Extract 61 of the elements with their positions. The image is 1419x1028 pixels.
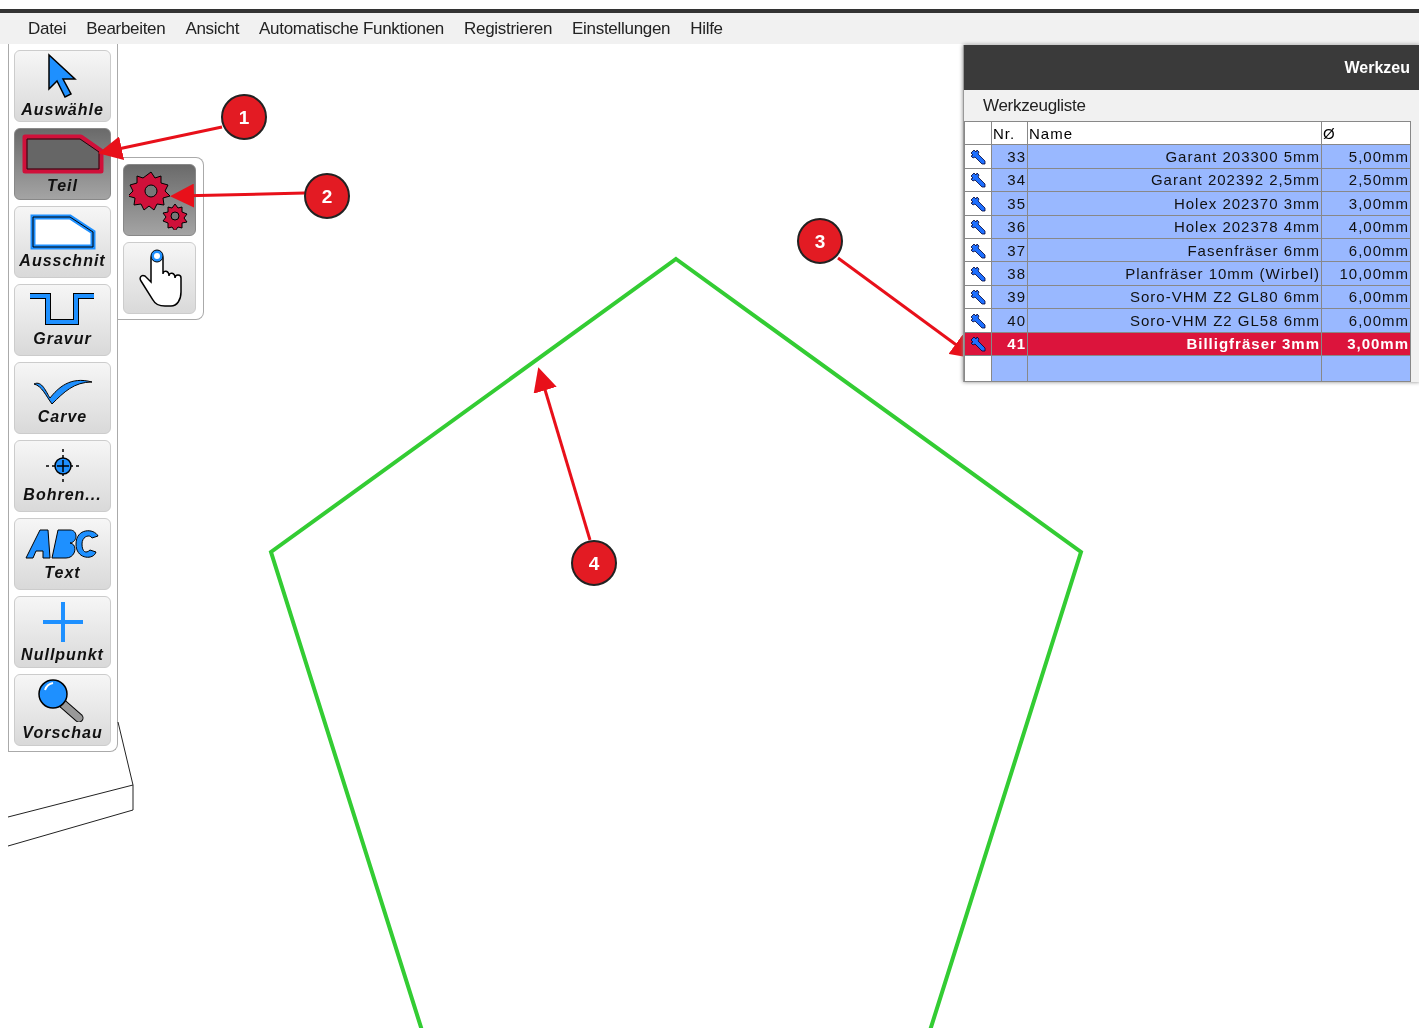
- wrench-icon: [969, 171, 987, 190]
- table-cell: Garant 202392 2,5mm: [1027, 168, 1322, 192]
- callout-badge: 3: [797, 218, 843, 264]
- table-row[interactable]: 41 Billigfräser 3mm 3,00mm: [964, 332, 1411, 356]
- tool-button[interactable]: Gravur: [14, 284, 111, 356]
- column-header[interactable]: Name: [1027, 121, 1322, 145]
- table-cell: Billigfräser 3mm: [1027, 332, 1322, 356]
- menu-item[interactable]: Hilfe: [682, 18, 735, 39]
- wrench-icon: [969, 335, 987, 354]
- window-title: Werkzeu: [1344, 58, 1410, 77]
- drill-target-icon: [44, 448, 81, 484]
- wrench-icon: [969, 288, 987, 307]
- tool-button[interactable]: Ausschnit: [14, 206, 111, 278]
- table-cell: Holex 202370 3mm: [1027, 191, 1322, 216]
- tool-button[interactable]: Vorschau: [14, 674, 111, 746]
- menu-item[interactable]: Registrieren: [456, 18, 565, 39]
- panel-title: Werkzeugliste: [983, 96, 1086, 117]
- table-row[interactable]: 36 Holex 202378 4mm 4,00mm: [964, 215, 1411, 239]
- wrench-icon: [969, 148, 987, 167]
- cutout-shape-icon: [29, 214, 96, 250]
- wrench-icon: [969, 218, 987, 237]
- callout-badge: 2: [304, 173, 350, 219]
- tool-button[interactable]: Auswähle: [14, 50, 111, 122]
- menu-item[interactable]: Datei: [20, 18, 79, 39]
- table-cell: Planfräser 10mm (Wirbel): [1027, 261, 1322, 286]
- table-cell: Garant 203300 5mm: [1027, 144, 1322, 169]
- wrench-icon: [969, 194, 987, 213]
- sub-tool-button[interactable]: [123, 164, 196, 236]
- table-row[interactable]: 33 Garant 203300 5mm 5,00mm: [964, 144, 1411, 169]
- abc-lettering-icon: [23, 526, 102, 562]
- tool-button[interactable]: Teil: [14, 128, 111, 200]
- wrench-icon: [969, 265, 987, 284]
- callout-badge: 1: [221, 94, 267, 140]
- menu-item[interactable]: Ansicht: [177, 18, 252, 39]
- menu-item[interactable]: Automatische Funktionen: [251, 18, 456, 39]
- table-row[interactable]: 35 Holex 202370 3mm 3,00mm: [964, 191, 1411, 216]
- column-header[interactable]: Ø: [1321, 121, 1411, 145]
- table-cell: Soro-VHM Z2 GL80 6mm: [1027, 285, 1322, 309]
- gears-icon: [128, 170, 191, 230]
- wrench-icon: [969, 311, 987, 330]
- table-row[interactable]: 39 Soro-VHM Z2 GL80 6mm 6,00mm: [964, 285, 1411, 309]
- wrench-icon: [969, 241, 987, 260]
- tool-button[interactable]: Bohren...: [14, 440, 111, 512]
- tool-button[interactable]: Text: [14, 518, 111, 590]
- table-row[interactable]: 40 Soro-VHM Z2 GL58 6mm 6,00mm: [964, 308, 1411, 332]
- table-row[interactable]: 38 Planfräser 10mm (Wirbel) 10,00mm: [964, 261, 1411, 286]
- hand-pointer-icon: [136, 248, 183, 308]
- crosshair-icon: [40, 600, 85, 644]
- table-row[interactable]: 37 Fasenfräser 6mm 6,00mm: [964, 238, 1411, 262]
- tool-button[interactable]: Carve: [14, 362, 111, 434]
- column-header[interactable]: Nr.: [991, 121, 1028, 145]
- sub-tool-button[interactable]: [123, 242, 196, 314]
- part-shape-icon: [20, 133, 105, 175]
- menu-item[interactable]: Bearbeiten: [78, 18, 178, 39]
- callout-badge: 4: [571, 540, 617, 586]
- table-row[interactable]: 34 Garant 202392 2,5mm 2,50mm: [964, 168, 1411, 192]
- tool-button[interactable]: Nullpunkt: [14, 596, 111, 668]
- table-cell: Holex 202378 4mm: [1027, 215, 1322, 239]
- table-cell: Soro-VHM Z2 GL58 6mm: [1027, 308, 1322, 332]
- table-cell: Fasenfräser 6mm: [1027, 238, 1322, 262]
- menu-item[interactable]: Einstellungen: [564, 18, 683, 39]
